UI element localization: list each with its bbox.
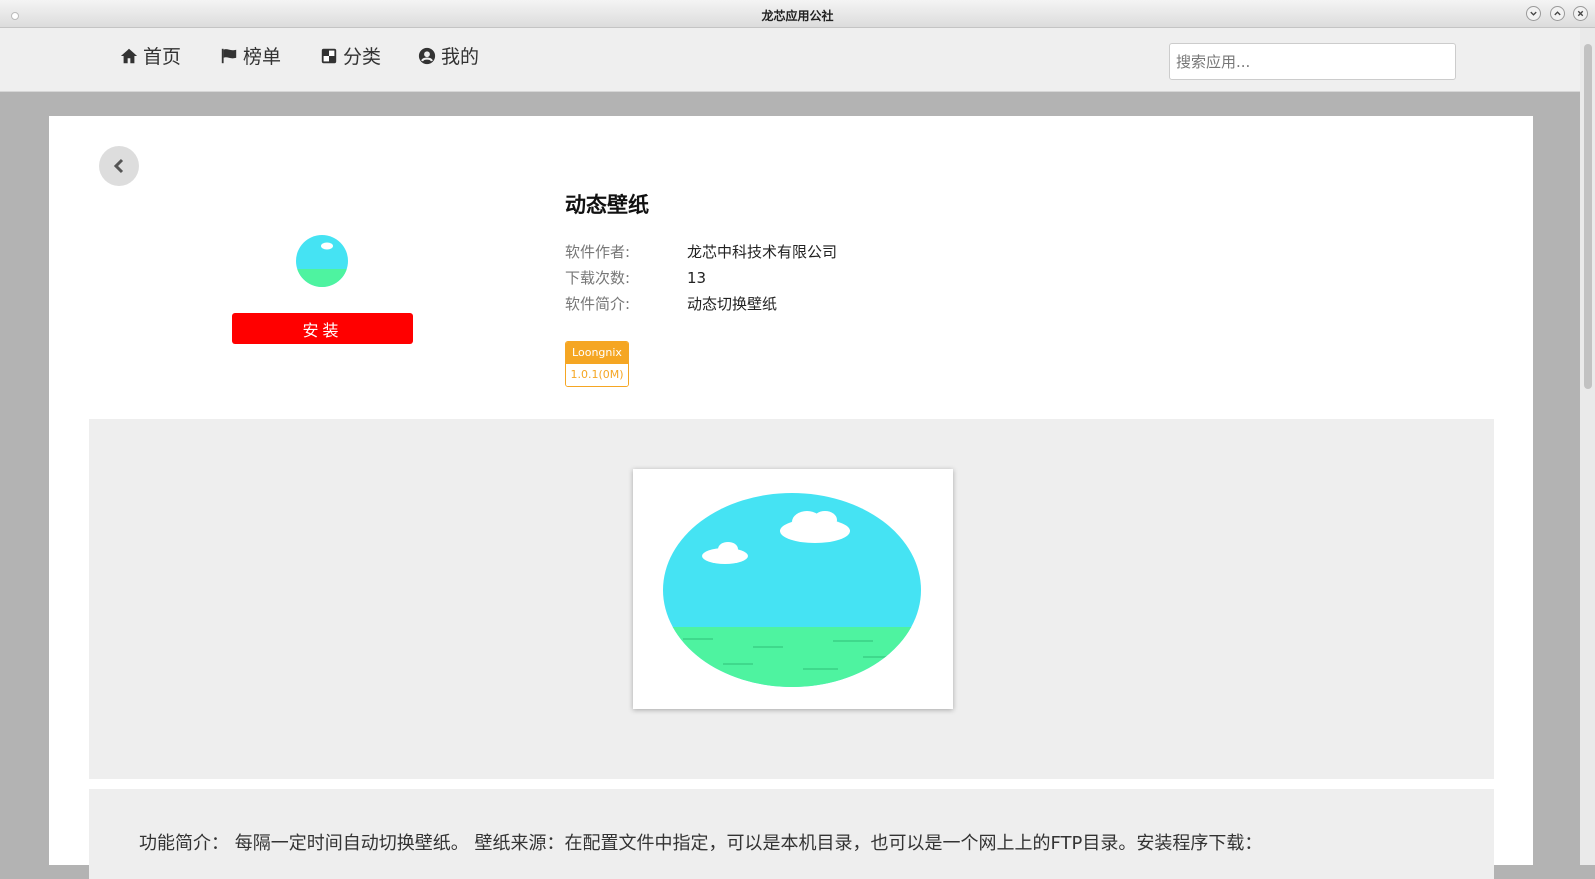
minimize-button[interactable] (1526, 6, 1541, 21)
app-detail-card: 安装 动态壁纸 软件作者: 龙芯中科技术有限公司 下载次数: 13 软件简介: 动态切… (49, 116, 1533, 879)
downloads-value: 13 (687, 269, 707, 287)
author-value: 龙芯中科技术有限公司 (687, 243, 838, 261)
scrollbar-thumb[interactable] (1584, 44, 1592, 389)
app-title: 动态壁纸 (565, 193, 649, 217)
intro-label: 软件简介: (565, 295, 631, 313)
back-button[interactable] (99, 146, 139, 186)
nav-item-label: 我的 (441, 46, 480, 68)
window-titlebar: 龙芯应用公社 (0, 0, 1595, 28)
chevron-left-icon (113, 158, 124, 174)
downloads-row: 下载次数: 13 (565, 267, 706, 288)
home-icon (120, 48, 138, 63)
intro-value: 动态切换壁纸 (687, 295, 778, 313)
app-icon (296, 235, 348, 287)
close-icon (1577, 10, 1584, 17)
nav-item-ranking[interactable]: 榜单 (220, 42, 281, 69)
tag-version: 1.0.1(0M) (566, 364, 628, 386)
nav-item-mine[interactable]: 我的 (418, 42, 479, 69)
nav-item-category[interactable]: 分类 (320, 42, 381, 69)
chevron-down-icon (1530, 11, 1537, 16)
app-screenshot[interactable] (633, 469, 953, 709)
window-title: 龙芯应用公社 (761, 9, 834, 23)
nav-item-home[interactable]: 首页 (120, 42, 181, 69)
author-label: 软件作者: (565, 243, 631, 261)
flag-icon (221, 48, 237, 63)
downloads-label: 下载次数: (565, 269, 631, 287)
maximize-button[interactable] (1550, 6, 1565, 21)
screenshot-gallery (89, 419, 1494, 779)
description-text: 功能简介： 每隔一定时间自动切换壁纸。 壁纸来源：在配置文件中指定，可以是本机目… (139, 833, 1263, 854)
category-icon (321, 48, 337, 63)
nav-item-label: 首页 (143, 46, 182, 68)
install-button[interactable]: 安装 (232, 313, 413, 344)
version-tag[interactable]: Loongnix 1.0.1(0M) (565, 341, 629, 387)
nav-item-label: 分类 (343, 46, 382, 68)
search-input[interactable] (1169, 43, 1456, 80)
top-navbar: 首页 榜单 分类 我的 (0, 28, 1580, 92)
close-button[interactable] (1573, 6, 1588, 21)
tag-os: Loongnix (566, 342, 628, 364)
nav-item-label: 榜单 (243, 46, 282, 68)
chevron-up-icon (1554, 11, 1561, 16)
intro-row: 软件简介: 动态切换壁纸 (565, 293, 777, 314)
description-section: 功能简介： 每隔一定时间自动切换壁纸。 壁纸来源：在配置文件中指定，可以是本机目… (89, 789, 1494, 879)
author-row: 软件作者: 龙芯中科技术有限公司 (565, 241, 837, 262)
user-icon (418, 47, 436, 64)
